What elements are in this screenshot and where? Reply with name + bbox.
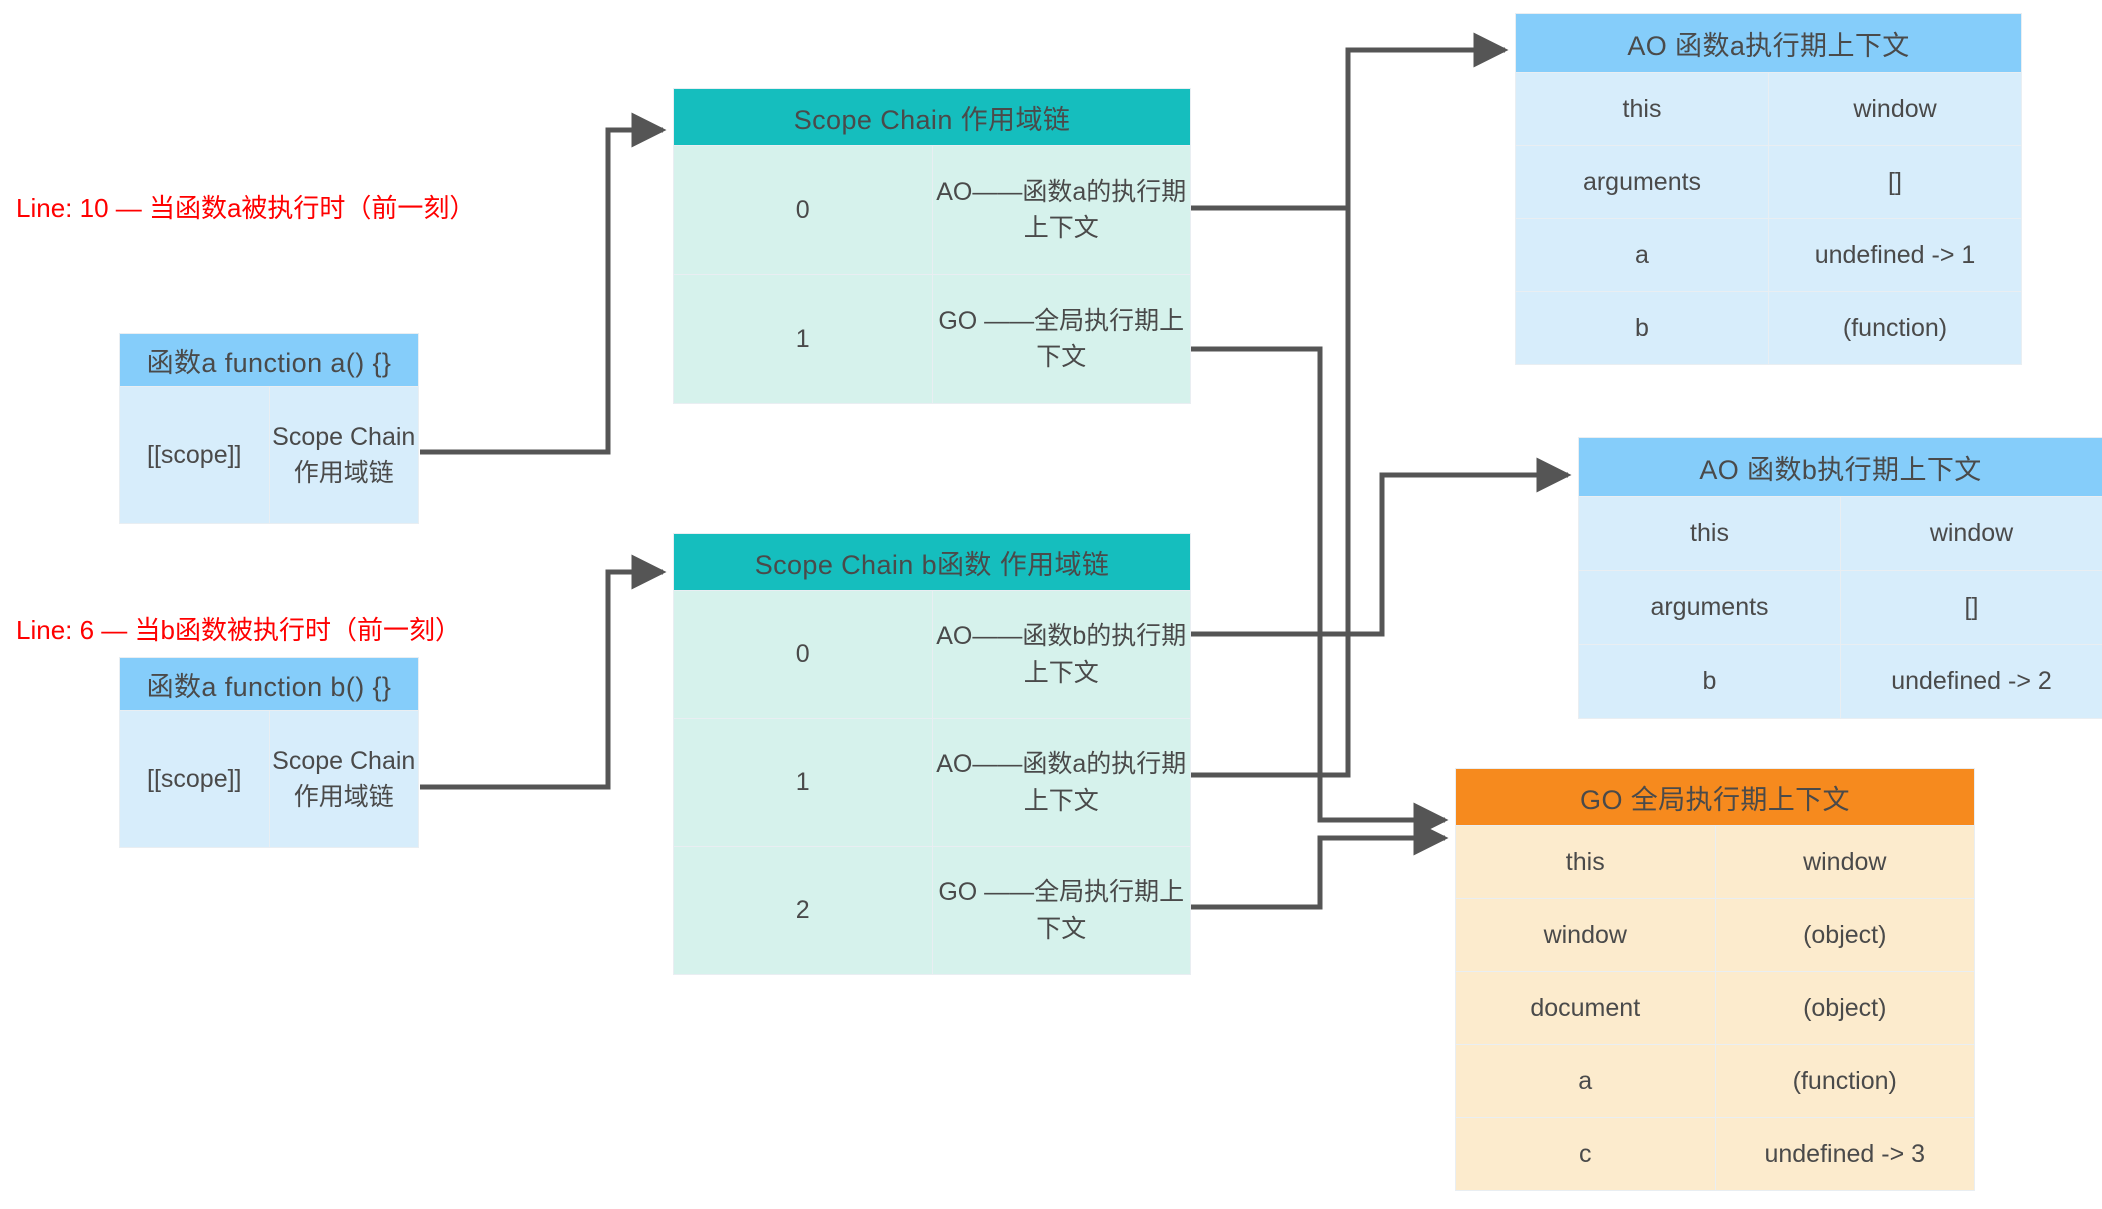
scope-chain-b-value-1: AO——函数a的执行期上下文: [931, 718, 1191, 847]
go-header: GO 全局执行期上下文: [1455, 768, 1975, 826]
function-a-scope-key: [[scope]]: [119, 386, 270, 524]
wire-funcA-to-scopechainA: [420, 112, 667, 455]
go-value-window: (object): [1714, 898, 1975, 972]
wire-scB2-to-go: [1191, 820, 1449, 910]
table-row: window (object): [1455, 898, 1975, 972]
ao-a-value-arguments: []: [1768, 145, 2022, 219]
scope-chain-a-header: Scope Chain 作用域链: [673, 88, 1191, 146]
ao-b-key-arguments: arguments: [1578, 570, 1841, 645]
table-header-row: GO 全局执行期上下文: [1455, 768, 1975, 826]
ao-a-value-a: undefined -> 1: [1768, 218, 2022, 292]
ao-a-key-arguments: arguments: [1515, 145, 1769, 219]
go-key-c: c: [1455, 1117, 1716, 1191]
ao-b-key-b: b: [1578, 644, 1841, 719]
ao-a-value-this: window: [1768, 72, 2022, 146]
ao-a-key-this: this: [1515, 72, 1769, 146]
scope-chain-b-value-0: AO——函数b的执行期上下文: [931, 590, 1191, 719]
function-a-header: 函数a function a() {}: [119, 333, 419, 387]
scope-chain-a-value-0: AO——函数a的执行期上下文: [931, 145, 1191, 275]
scope-chain-a-table: Scope Chain 作用域链 0 AO——函数a的执行期上下文 1 GO —…: [673, 88, 1191, 404]
table-header-row: Scope Chain b函数 作用域链: [673, 533, 1191, 591]
table-row: a undefined -> 1: [1515, 218, 2022, 292]
ao-b-value-this: window: [1840, 496, 2102, 571]
function-b-header: 函数a function b() {}: [119, 657, 419, 711]
table-row: c undefined -> 3: [1455, 1117, 1975, 1191]
table-row: [[scope]] Scope Chain 作用域链: [119, 710, 419, 848]
ao-b-value-b: undefined -> 2: [1840, 644, 2102, 719]
table-header-row: AO 函数a执行期上下文: [1515, 13, 2022, 73]
table-row: 2 GO ——全局执行期上下文: [673, 846, 1191, 975]
wire-scB1-to-aoA: [1191, 208, 1351, 778]
table-row: 0 AO——函数a的执行期上下文: [673, 145, 1191, 275]
function-a-scope-value: Scope Chain 作用域链: [268, 386, 419, 524]
scope-chain-b-index-2: 2: [673, 846, 933, 975]
function-b-scope-key: [[scope]]: [119, 710, 270, 848]
table-row: [[scope]] Scope Chain 作用域链: [119, 386, 419, 524]
go-key-a: a: [1455, 1044, 1716, 1118]
ao-b-key-this: this: [1578, 496, 1841, 571]
table-row: this window: [1455, 825, 1975, 899]
go-key-window: window: [1455, 898, 1716, 972]
note-line-6: Line: 6 — 当b函数被执行时（前一刻）: [16, 615, 461, 645]
go-value-c: undefined -> 3: [1714, 1117, 1975, 1191]
table-row: document (object): [1455, 971, 1975, 1045]
table-header-row: Scope Chain 作用域链: [673, 88, 1191, 146]
scope-chain-b-index-0: 0: [673, 590, 933, 719]
wire-scB0-to-aoB: [1191, 457, 1572, 637]
scope-chain-b-index-1: 1: [673, 718, 933, 847]
ao-function-a-header: AO 函数a执行期上下文: [1515, 13, 2022, 73]
function-b-table: 函数a function b() {} [[scope]] Scope Chai…: [119, 657, 419, 848]
table-header-row: 函数a function b() {}: [119, 657, 419, 711]
table-row: arguments []: [1515, 145, 2022, 219]
ao-function-b-table: AO 函数b执行期上下文 this window arguments [] b …: [1578, 437, 2102, 719]
table-row: 0 AO——函数b的执行期上下文: [673, 590, 1191, 719]
go-table: GO 全局执行期上下文 this window window (object) …: [1455, 768, 1975, 1191]
scope-chain-a-value-1: GO ——全局执行期上下文: [931, 274, 1191, 404]
go-value-a: (function): [1714, 1044, 1975, 1118]
note-line-10: Line: 10 — 当函数a被执行时（前一刻）: [16, 193, 476, 223]
scope-chain-b-table: Scope Chain b函数 作用域链 0 AO——函数b的执行期上下文 1 …: [673, 533, 1191, 975]
go-key-document: document: [1455, 971, 1716, 1045]
function-b-scope-value: Scope Chain 作用域链: [268, 710, 419, 848]
table-header-row: AO 函数b执行期上下文: [1578, 437, 2102, 497]
table-row: b (function): [1515, 291, 2022, 365]
table-row: this window: [1578, 496, 2102, 571]
table-row: arguments []: [1578, 570, 2102, 645]
table-row: a (function): [1455, 1044, 1975, 1118]
ao-a-key-b: b: [1515, 291, 1769, 365]
ao-function-a-table: AO 函数a执行期上下文 this window arguments [] a …: [1515, 13, 2022, 365]
table-row: this window: [1515, 72, 2022, 146]
ao-b-value-arguments: []: [1840, 570, 2102, 645]
go-key-this: this: [1455, 825, 1716, 899]
table-row: b undefined -> 2: [1578, 644, 2102, 719]
scope-chain-a-index-1: 1: [673, 274, 933, 404]
wire-scA0-to-aoA: [1191, 32, 1509, 211]
scope-chain-b-value-2: GO ——全局执行期上下文: [931, 846, 1191, 975]
table-header-row: 函数a function a() {}: [119, 333, 419, 387]
scope-chain-b-header: Scope Chain b函数 作用域链: [673, 533, 1191, 591]
diagram-canvas: Line: 10 — 当函数a被执行时（前一刻） 函数a function a(…: [0, 0, 2102, 1209]
scope-chain-a-index-0: 0: [673, 145, 933, 275]
function-a-table: 函数a function a() {} [[scope]] Scope Chai…: [119, 333, 419, 524]
ao-function-b-header: AO 函数b执行期上下文: [1578, 437, 2102, 497]
table-row: 1 AO——函数a的执行期上下文: [673, 718, 1191, 847]
wire-funcB-to-scopechainB: [420, 554, 667, 790]
ao-a-value-b: (function): [1768, 291, 2022, 365]
wire-scA1-to-go: [1191, 346, 1449, 838]
table-row: 1 GO ——全局执行期上下文: [673, 274, 1191, 404]
go-value-document: (object): [1714, 971, 1975, 1045]
go-value-this: window: [1714, 825, 1975, 899]
ao-a-key-a: a: [1515, 218, 1769, 292]
